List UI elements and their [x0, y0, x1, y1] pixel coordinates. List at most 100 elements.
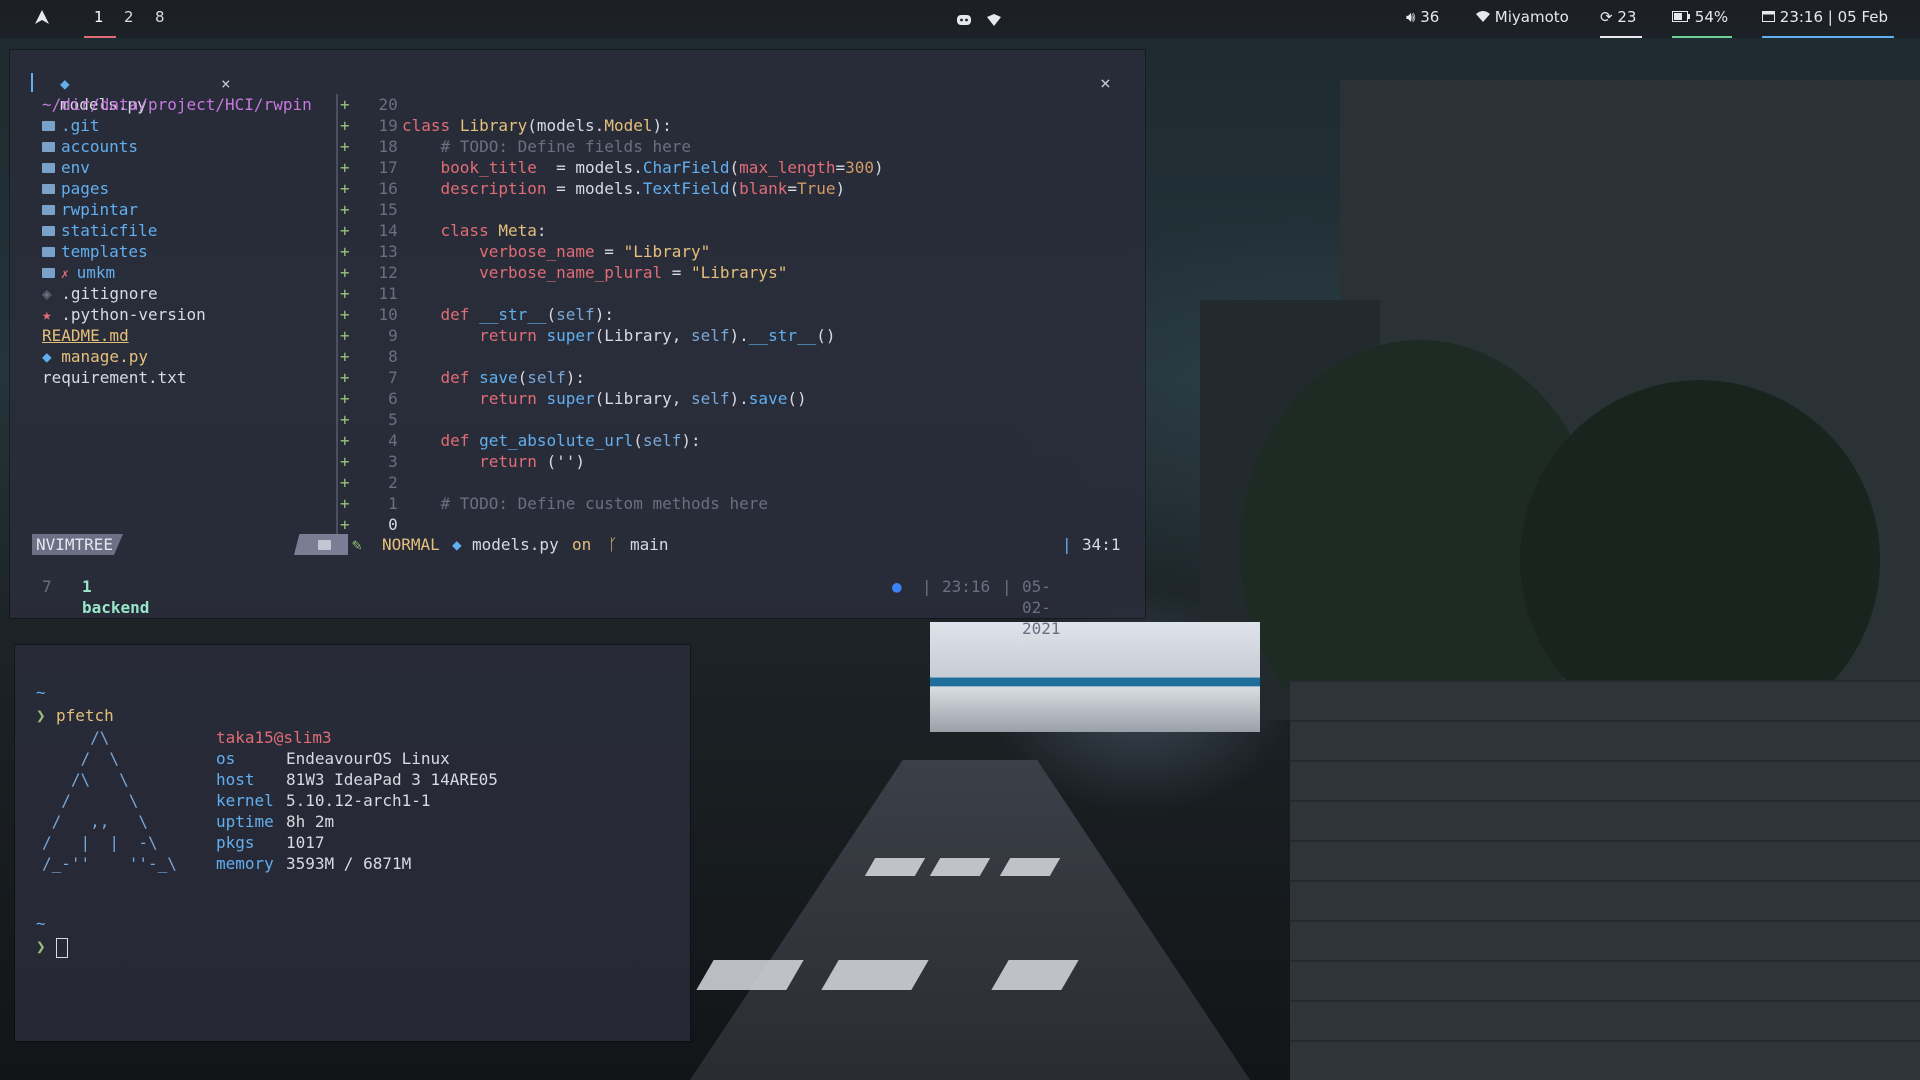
window-close-icon[interactable]: × [1100, 73, 1111, 94]
prompt-symbol: ❯ [36, 706, 46, 725]
battery-widget[interactable]: 54% [1672, 8, 1728, 26]
user-host: taka15@slim3 [216, 728, 332, 747]
python-icon: ◆ [60, 74, 70, 93]
tab-close-icon[interactable]: × [221, 73, 231, 94]
tree-item[interactable]: ◈ .gitignore [42, 283, 332, 304]
status-sep: | [1062, 535, 1072, 554]
dropbox-icon[interactable] [987, 12, 1001, 30]
status-line: NVIMTREE ✎ NORMAL ◆ models.py on ᚴ main … [20, 534, 1130, 556]
nvimtree-badge: NVIMTREE [32, 534, 124, 555]
road [690, 760, 1250, 1080]
star-icon: ★ [42, 305, 62, 324]
tree-item[interactable]: accounts [42, 136, 332, 157]
python-icon: ◆ [42, 347, 62, 366]
split-divider[interactable] [336, 94, 338, 536]
workspace-1[interactable]: 1 [94, 8, 104, 26]
tree-item[interactable]: env [42, 157, 332, 178]
tab-indicator [31, 73, 33, 92]
code-line: # TODO: Define fields here [440, 137, 691, 156]
workspace-2[interactable]: 2 [124, 8, 134, 26]
folder-icon [42, 120, 55, 131]
tmux-session[interactable]: 1 backend [82, 576, 149, 618]
updates-count: 23 [1617, 8, 1637, 26]
git-branch: main [630, 535, 669, 554]
tmux-date: 05-02-2021 [1022, 577, 1061, 638]
mode-icon: ✎ [352, 535, 362, 554]
wifi-icon [1476, 8, 1495, 26]
crosswalk-stripe [821, 960, 929, 990]
tree-item[interactable]: pages [42, 178, 332, 199]
datetime: 23:16 | 05 Feb [1779, 8, 1889, 26]
tree-item[interactable]: rwpintar [42, 199, 332, 220]
volume-widget[interactable]: 🔊︎ 36 [1406, 8, 1439, 26]
prompt-symbol: ❯ [36, 937, 46, 956]
code-line: def __str__(self): [440, 305, 614, 324]
code-line: class Library(models.Model): [402, 116, 672, 135]
updates-widget[interactable]: ⟳ 23 [1600, 8, 1636, 26]
folder-icon [42, 183, 55, 194]
calendar-icon [1762, 8, 1780, 26]
arch-logo-icon[interactable] [34, 9, 50, 29]
tree-item[interactable]: README.md [42, 325, 332, 346]
code-line: book_title = models.CharField(max_length… [440, 158, 884, 177]
code-line: return super(Library, self).__str__() [479, 326, 836, 345]
tmux-time: 23:16 [942, 577, 991, 596]
top-bar: 1 2 8 🔊︎ 36 Miyamoto ⟳ 23 54% 23:16 | 05… [0, 0, 1920, 38]
code-line: return super(Library, self).save() [479, 389, 807, 408]
gutter: + 20 + 19 + 18 + 17 + 16 + 15 + 14 + 13 … [340, 95, 398, 534]
tree-item[interactable]: requirement.txt [42, 367, 332, 388]
status-on: on [572, 535, 592, 554]
clock-widget[interactable]: 23:16 | 05 Feb [1762, 8, 1888, 26]
updates-icon: ⟳ [1600, 8, 1613, 26]
wifi-widget[interactable]: Miyamoto [1476, 8, 1569, 26]
cursor-position: 34:1 [1082, 535, 1121, 554]
vim-mode: NORMAL [382, 535, 440, 554]
code-line: verbose_name_plural = "Librarys" [479, 263, 788, 282]
status-dot-icon: ● [892, 577, 902, 596]
battery-icon [1672, 8, 1695, 26]
tree-item[interactable]: ✗ umkm [42, 262, 332, 283]
git-branch-icon: ᚴ [608, 535, 618, 554]
tree-root-path: ~/dir/data/project/HCI/rwpin [42, 95, 312, 114]
tree-item[interactable]: staticfile [42, 220, 332, 241]
prompt-tilde: ~ [36, 914, 46, 933]
folder-icon [42, 141, 55, 152]
folder-icon [42, 246, 55, 257]
tree-item[interactable]: .git [42, 115, 332, 136]
crosswalk-stripe [864, 858, 926, 876]
battery-percent: 54% [1694, 8, 1729, 26]
command-text: pfetch [56, 706, 114, 725]
tmux-sep: | [922, 577, 932, 596]
active-workspace-indicator [84, 36, 116, 38]
code-line: description = models.TextField(blank=Tru… [440, 179, 846, 198]
tree-item[interactable]: ★ .python-version [42, 304, 332, 325]
folder-icon [42, 204, 55, 215]
tmux-line: 7 [42, 576, 52, 597]
tree-item[interactable]: ◆ manage.py [42, 346, 332, 367]
code-line: def save(self): [440, 368, 586, 387]
code-line: class Meta: [440, 221, 547, 240]
workspace-8[interactable]: 8 [155, 8, 165, 26]
git-icon: ◈ [42, 284, 62, 303]
code-area[interactable]: class Library(models.Model): # TODO: Def… [402, 94, 884, 514]
endeavouros-ascii-logo: /\ / \ /\ \ / \ / ,, \ / | | -\ /_-'' ''… [42, 728, 177, 873]
volume-value: 36 [1420, 8, 1440, 26]
prompt-tilde: ~ [36, 683, 46, 702]
discord-icon[interactable] [956, 12, 972, 30]
tree-item[interactable]: templates [42, 241, 332, 262]
crosswalk-stripe [696, 960, 804, 990]
tmux-window-index: 7 [42, 577, 52, 596]
status-filename: models.py [472, 535, 559, 554]
python-icon: ◆ [452, 535, 462, 554]
tmux-sep: | [1002, 577, 1012, 596]
folder-icon [42, 162, 55, 173]
wifi-name: Miyamoto [1494, 8, 1569, 26]
stone-wall [1290, 680, 1920, 1080]
code-line: # TODO: Define custom methods here [440, 494, 769, 513]
folder-icon [294, 534, 348, 555]
code-line: return ('') [479, 452, 586, 471]
crosswalk-stripe [999, 858, 1061, 876]
terminal-cursor[interactable] [56, 938, 68, 958]
clock-underline [1762, 36, 1894, 38]
folder-icon [42, 225, 55, 236]
